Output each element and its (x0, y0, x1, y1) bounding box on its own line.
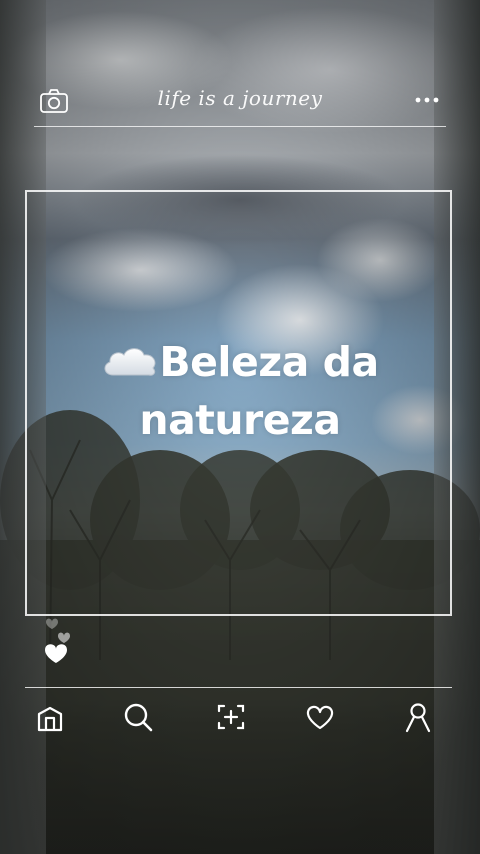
heart-icon (46, 618, 58, 629)
nav-home-button[interactable] (33, 700, 67, 734)
caption-line2: natureza (139, 396, 341, 444)
search-icon (124, 703, 153, 732)
cloud-icon (101, 336, 159, 376)
heart-icon (306, 705, 334, 730)
add-post-icon (217, 704, 245, 730)
caption-line1: Beleza da (159, 338, 379, 386)
post-caption: Beleza da natureza (60, 333, 420, 449)
floating-hearts (40, 610, 80, 668)
bottom-nav (25, 687, 452, 748)
profile-icon (405, 703, 431, 733)
heart-icon (45, 644, 67, 663)
home-icon (37, 706, 63, 732)
app-title: life is a journey (157, 86, 323, 110)
nav-search-button[interactable] (121, 700, 155, 734)
more-options-icon[interactable] (414, 92, 440, 106)
nav-add-button[interactable] (214, 700, 248, 734)
nav-profile-button[interactable] (401, 700, 435, 734)
top-bar: life is a journey (34, 78, 446, 127)
heart-icon (58, 632, 70, 643)
nav-likes-button[interactable] (303, 700, 337, 734)
